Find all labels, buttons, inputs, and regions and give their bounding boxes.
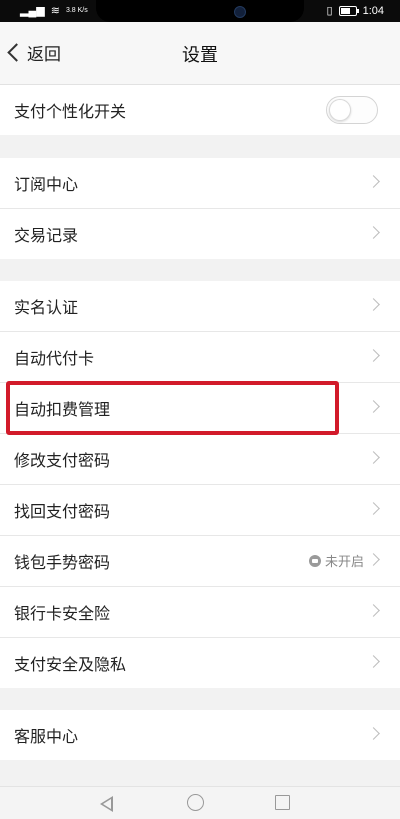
row-transaction-records[interactable]: 交易记录	[0, 209, 400, 259]
chevron-right-icon	[367, 727, 380, 740]
row-recover-payment-password[interactable]: 找回支付密码	[0, 485, 400, 536]
settings-group-1: 支付个性化开关	[0, 85, 400, 135]
payment-personalization-toggle[interactable]	[326, 96, 378, 124]
row-change-payment-password[interactable]: 修改支付密码	[0, 434, 400, 485]
row-label: 订阅中心	[14, 175, 79, 194]
chevron-right-icon	[367, 655, 380, 668]
chevron-right-icon	[367, 553, 380, 566]
camera-icon	[234, 6, 246, 18]
lock-icon	[308, 554, 321, 567]
nav-back-icon[interactable]	[100, 796, 113, 812]
chevron-right-icon	[367, 298, 380, 311]
chevron-right-icon	[367, 604, 380, 617]
toggle-knob	[329, 99, 351, 121]
row-bank-card-insurance[interactable]: 银行卡安全险	[0, 587, 400, 638]
vibrate-icon: ▯	[326, 5, 333, 17]
nav-recent-apps-icon[interactable]	[275, 795, 290, 810]
row-label: 钱包手势密码	[14, 553, 111, 572]
settings-group-3: 实名认证 自动代付卡 自动扣费管理 修改支付密码 找回支付密码 钱包手势密码 未…	[0, 281, 400, 688]
chevron-right-icon	[367, 175, 380, 188]
chevron-right-icon	[367, 226, 380, 239]
row-label: 自动代付卡	[14, 349, 95, 368]
status-right: ▯ 1:04	[326, 4, 384, 18]
row-label: 找回支付密码	[14, 502, 111, 521]
chevron-right-icon	[367, 400, 380, 413]
signal-icon: ▂▄▆	[20, 5, 45, 17]
battery-icon	[338, 5, 359, 16]
camera-notch	[96, 0, 304, 22]
status-bar: ▂▄▆ ≋ 3.8 K/s ▯ 1:04	[0, 0, 400, 22]
row-customer-service[interactable]: 客服中心	[0, 710, 400, 760]
page-title: 设置	[182, 45, 218, 66]
status-left: ▂▄▆ ≋ 3.8 K/s	[20, 4, 88, 17]
gesture-password-status: 未开启	[308, 551, 364, 570]
nav-home-icon[interactable]	[187, 794, 204, 811]
navigation-header: 返回 设置	[0, 22, 400, 85]
row-label: 客服中心	[14, 727, 79, 746]
row-label: 银行卡安全险	[14, 604, 111, 623]
system-nav-bar	[0, 786, 400, 819]
row-label: 支付个性化开关	[14, 102, 127, 121]
row-label: 交易记录	[14, 226, 79, 245]
row-subscription-center[interactable]: 订阅中心	[0, 158, 400, 209]
row-real-name-verification[interactable]: 实名认证	[0, 281, 400, 332]
row-wallet-gesture-password[interactable]: 钱包手势密码 未开启	[0, 536, 400, 587]
highlight-box	[6, 381, 339, 435]
status-text: 未开启	[324, 555, 364, 570]
row-auto-pay-card[interactable]: 自动代付卡	[0, 332, 400, 383]
chevron-right-icon	[367, 349, 380, 362]
row-label: 支付安全及隐私	[14, 655, 127, 674]
row-label: 修改支付密码	[14, 451, 111, 470]
row-payment-security-privacy[interactable]: 支付安全及隐私	[0, 638, 400, 688]
row-payment-personalization: 支付个性化开关	[0, 85, 400, 135]
chevron-right-icon	[367, 451, 380, 464]
clock: 1:04	[362, 4, 384, 17]
settings-group-4: 客服中心	[0, 710, 400, 760]
chevron-right-icon	[367, 502, 380, 515]
row-label: 实名认证	[14, 298, 79, 317]
network-speed: 3.8 K/s	[65, 7, 88, 14]
wifi-icon: ≋	[50, 5, 60, 17]
settings-group-2: 订阅中心 交易记录	[0, 158, 400, 259]
